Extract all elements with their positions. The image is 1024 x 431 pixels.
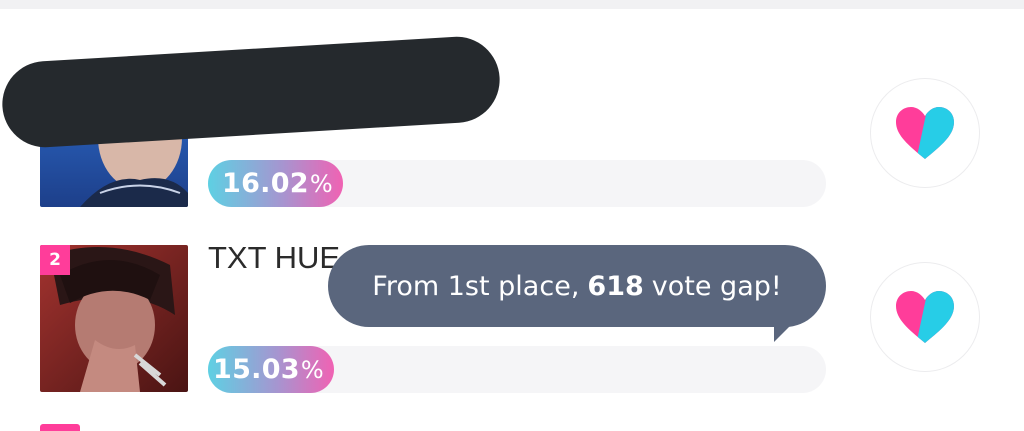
top-bar	[0, 0, 1024, 9]
artist-name-2: TXT HUE	[208, 240, 341, 275]
vote-percent-2: 15.03%	[212, 354, 324, 385]
tooltip-vote-count: 618	[587, 270, 644, 302]
redaction-mark	[0, 34, 503, 150]
vote-button-1[interactable]	[870, 78, 980, 188]
progress-fill-1: 16.02%	[208, 160, 343, 207]
rank-badge: 2	[40, 245, 70, 275]
tooltip-suffix: vote gap!	[651, 270, 782, 302]
tooltip-tail	[774, 320, 796, 342]
progress-fill-2: 15.03%	[208, 346, 334, 393]
next-item-edge	[40, 424, 80, 431]
artist-photo-2[interactable]: 2	[40, 245, 188, 392]
vote-progress-2: 15.03%	[208, 346, 826, 393]
vote-percent-1: 16.02%	[221, 168, 333, 199]
vote-button-2[interactable]	[870, 262, 980, 372]
tooltip-prefix: From 1st place,	[372, 270, 580, 302]
heart-icon	[896, 107, 954, 159]
vote-gap-tooltip: From 1st place, 618 vote gap!	[328, 245, 826, 327]
heart-icon	[896, 291, 954, 343]
vote-progress-1: 16.02%	[208, 160, 826, 207]
